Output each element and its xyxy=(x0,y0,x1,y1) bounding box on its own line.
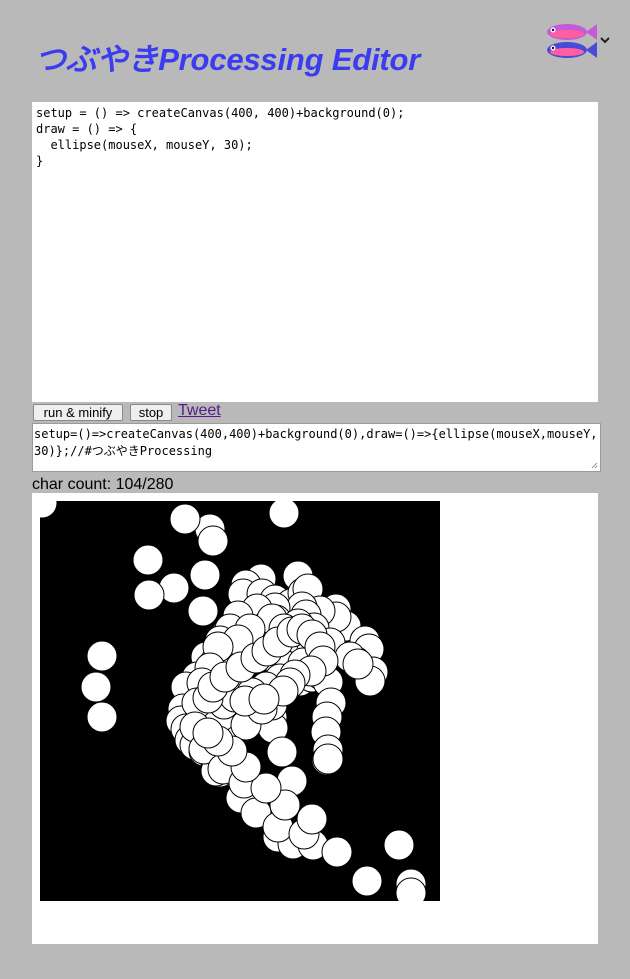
stop-button[interactable]: stop xyxy=(130,404,172,421)
drawn-ellipse xyxy=(351,865,383,897)
drawn-ellipse xyxy=(312,743,344,775)
sketch-output-panel xyxy=(32,493,598,944)
fish-logo-svg xyxy=(547,24,597,58)
drawn-ellipse xyxy=(321,836,353,868)
drawn-ellipse xyxy=(133,579,165,611)
drawn-ellipse xyxy=(248,683,280,715)
minified-code-text: setup=()=>createCanvas(400,400)+backgrou… xyxy=(34,427,598,458)
drawn-ellipse xyxy=(342,648,374,680)
drawn-ellipse xyxy=(132,544,164,576)
code-line-3-text: ellipse(mouseX, mouseY, 30); xyxy=(36,138,253,152)
code-line-1-text: setup = () => createCanvas(400, 400)+bac… xyxy=(36,106,405,120)
drawn-ellipse xyxy=(86,701,118,733)
drawn-ellipse xyxy=(192,717,224,749)
page-title: つぶやきProcessing Editor xyxy=(35,42,421,77)
run-minify-button[interactable]: run & minify xyxy=(33,404,123,421)
drawn-ellipse xyxy=(187,595,219,627)
code-line-4-text: } xyxy=(36,154,44,168)
chevron-down-icon[interactable] xyxy=(599,34,611,46)
drawn-ellipse xyxy=(266,736,298,768)
char-count: char count: 104/280 xyxy=(32,476,173,494)
chevron-down-svg xyxy=(600,37,610,44)
code-line-4: } xyxy=(36,153,594,169)
drawn-ellipse xyxy=(80,671,112,703)
resize-grip-icon[interactable] xyxy=(591,462,598,469)
code-line-2-text: draw = () => { xyxy=(36,122,138,136)
code-line-1: setup = () => createCanvas(400, 400)+bac… xyxy=(36,105,594,121)
code-line-2: draw = () => { xyxy=(36,121,594,137)
char-count-label: char count: xyxy=(32,476,112,493)
drawn-ellipse xyxy=(383,829,415,861)
tweet-link[interactable]: Tweet xyxy=(178,402,221,420)
drawn-ellipse xyxy=(197,525,229,557)
code-editor[interactable]: setup = () => createCanvas(400, 400)+bac… xyxy=(32,102,598,402)
minified-code-textarea[interactable]: setup=()=>createCanvas(400,400)+backgrou… xyxy=(32,423,601,472)
code-line-3: ellipse(mouseX, mouseY, 30); xyxy=(36,137,594,153)
drawn-ellipse xyxy=(268,501,300,529)
char-count-value: 104/280 xyxy=(115,476,174,493)
sketch-canvas-svg xyxy=(40,501,440,901)
fish-logo-icon[interactable] xyxy=(542,20,598,62)
drawn-ellipse xyxy=(296,803,328,835)
drawn-ellipse xyxy=(189,559,221,591)
sketch-canvas[interactable] xyxy=(40,501,440,901)
drawn-ellipse xyxy=(86,640,118,672)
drawn-ellipse xyxy=(169,503,201,535)
